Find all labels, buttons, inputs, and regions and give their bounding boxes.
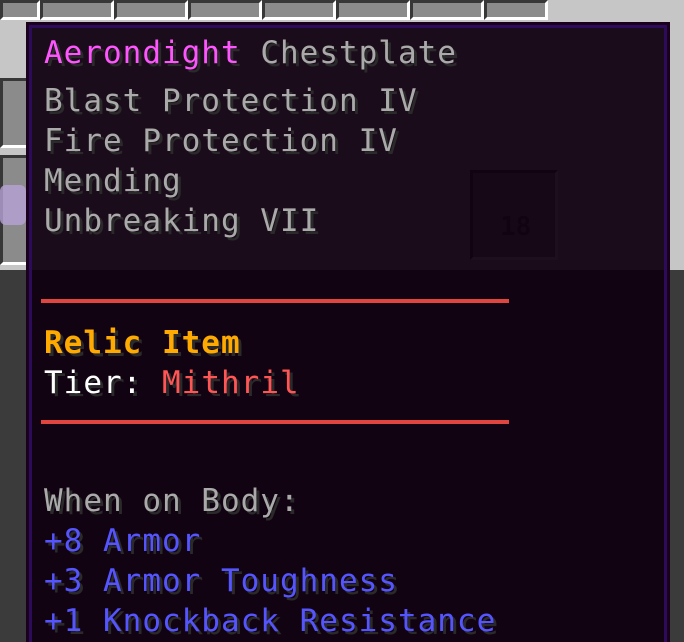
item-tooltip: Aerondight Chestplate Blast Protection I… [26,22,670,642]
item-name: Aerondight [44,35,241,71]
attribute-header: When on Body: [44,483,300,519]
inventory-slot[interactable] [262,0,336,20]
enchantment-line: Mending [44,163,182,199]
relic-label: Relic Item [44,325,241,361]
item-icon [0,185,26,225]
attribute-line: +1 Knockback Resistance [44,603,497,639]
inventory-slot[interactable] [336,0,410,20]
enchantment-line: Unbreaking VII [44,203,320,239]
attribute-line: +8 Armor [44,523,202,559]
inventory-slot[interactable] [484,0,548,20]
inventory-slot[interactable] [0,0,40,20]
game-screen: 18 Aerondight Chestplate Blast Protectio… [0,0,684,642]
divider-top [41,299,509,303]
attribute-line: +3 Armor Toughness [44,563,398,599]
tier-value: Mithril [162,365,300,401]
item-title: Aerondight Chestplate [44,35,457,71]
divider-bottom [41,420,509,424]
tier-label: Tier: [44,365,143,401]
inventory-slot[interactable] [410,0,484,20]
item-type: Chestplate [260,35,457,71]
enchantment-line: Fire Protection IV [44,123,398,159]
tier-line: Tier: Mithril [44,365,300,401]
inventory-slot[interactable] [188,0,262,20]
inventory-slot[interactable] [114,0,188,20]
inventory-slot[interactable] [40,0,114,20]
enchantment-line: Blast Protection IV [44,83,418,119]
